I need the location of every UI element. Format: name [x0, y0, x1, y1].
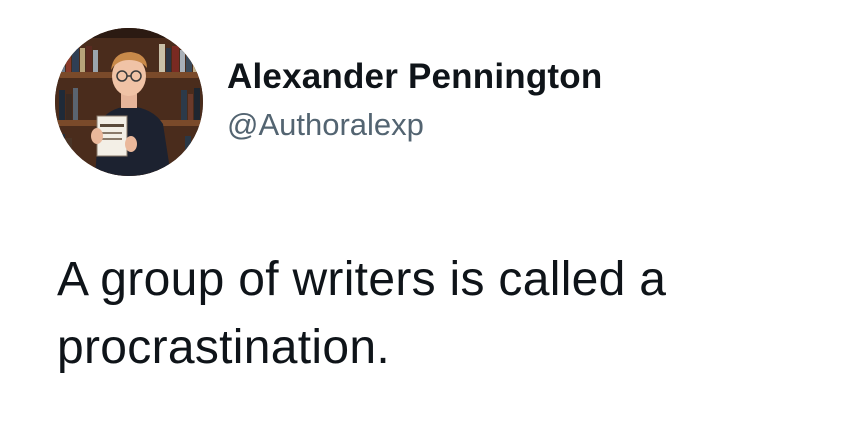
tweet-text: A group of writers is called a procrasti…	[57, 253, 667, 374]
tweet-header: Alexander Pennington @Authoralexp	[55, 28, 602, 176]
author-names: Alexander Pennington @Authoralexp	[227, 55, 602, 145]
avatar[interactable]	[55, 28, 203, 176]
avatar-image	[55, 28, 203, 176]
author-handle[interactable]: @Authoralexp	[227, 105, 602, 145]
tweet-card: Alexander Pennington @Authoralexp A grou…	[0, 0, 843, 438]
author-display-name[interactable]: Alexander Pennington	[227, 55, 602, 99]
